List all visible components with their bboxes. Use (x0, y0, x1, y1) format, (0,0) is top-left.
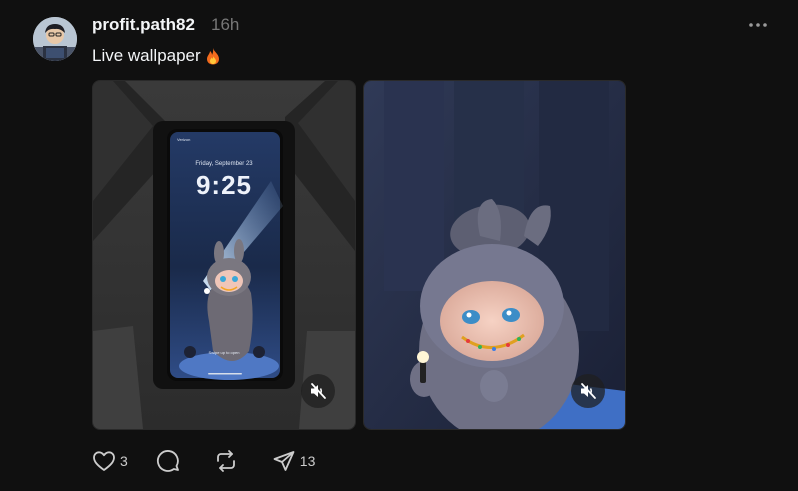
caption-text: Live wallpaper (92, 46, 201, 65)
username[interactable]: profit.path82 (92, 15, 195, 35)
avatar-image (33, 17, 77, 61)
repost-button[interactable] (214, 449, 242, 473)
share-button[interactable]: 13 (272, 449, 316, 473)
speaker-muted-icon (311, 383, 326, 399)
more-horizontal-icon (749, 23, 767, 27)
post-timestamp[interactable]: 16h (211, 15, 239, 35)
fire-emoji (206, 48, 219, 65)
phone-lock-date: Friday, September 23 (195, 161, 253, 167)
phone-lock-time: 9:25 (195, 170, 253, 200)
mute-toggle-button[interactable] (571, 374, 605, 408)
phone-swipe-hint: Swipe up to open (208, 350, 240, 355)
post-caption: Live wallpaper (92, 46, 221, 66)
comment-icon (156, 450, 179, 472)
heart-icon (93, 451, 115, 471)
phone-carrier: Verizon (177, 137, 191, 142)
send-icon (273, 451, 295, 471)
media-video-2[interactable] (363, 80, 626, 430)
like-button[interactable]: 3 (92, 450, 128, 472)
post-actions: 3 13 (92, 448, 315, 474)
mute-toggle-button[interactable] (301, 374, 335, 408)
media-video-1[interactable]: Verizon Friday, September 23 9:25 Swipe … (92, 80, 356, 430)
speaker-muted-icon (581, 383, 596, 399)
thread-post: profit.path82 16h Live wallpaper Verizon… (0, 0, 798, 491)
share-count: 13 (299, 453, 316, 469)
like-count: 3 (120, 453, 128, 469)
avatar[interactable] (33, 17, 77, 61)
repost-icon (216, 450, 235, 472)
more-options-button[interactable] (744, 12, 772, 38)
reply-button[interactable] (156, 449, 184, 473)
